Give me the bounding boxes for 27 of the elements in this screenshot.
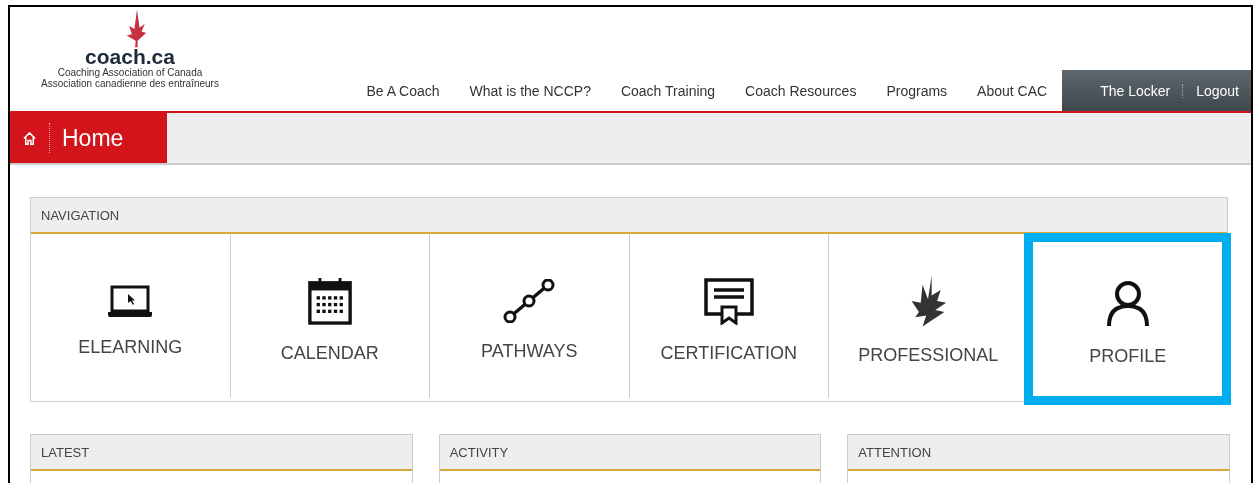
calendar-icon (306, 276, 353, 325)
navigation-tile[interactable]: PROFESSIONAL (828, 234, 1028, 398)
navigation-tile[interactable]: CALENDAR (229, 234, 429, 398)
certificate-icon (702, 276, 755, 325)
logo-subtitle: Coaching Association of Canada (57, 67, 203, 78)
logo-wordmark[interactable]: coach.ca (85, 47, 175, 67)
page-title: Home (62, 124, 124, 152)
navigation-tile[interactable]: ELEARNING (31, 234, 230, 398)
nav-link[interactable]: Coach Training (605, 83, 731, 111)
nav-link[interactable]: What is the NCCP? (454, 83, 606, 111)
panel-title: ACTIVITY (449, 444, 509, 460)
navigation-tile[interactable]: CERTIFICATION (628, 234, 828, 398)
home-icon[interactable] (22, 130, 37, 146)
pathway-icon (503, 278, 556, 323)
panel-title: NAVIGATION (41, 207, 120, 223)
navigation-tile[interactable]: PROFILE (1027, 237, 1227, 401)
account-link[interactable]: The Locker (1088, 82, 1183, 99)
nav-link[interactable]: Be A Coach (351, 83, 455, 111)
panel-title: LATEST (41, 444, 90, 460)
account-link[interactable]: Logout (1184, 82, 1251, 99)
person-icon (1105, 279, 1150, 328)
navigation-tile[interactable]: PATHWAYS (429, 234, 629, 398)
nav-link[interactable]: Programs (871, 83, 963, 111)
panel-title: ATTENTION (858, 444, 932, 460)
logo-subtitle: Association canadienne des entraîneurs (41, 78, 219, 89)
nav-link[interactable]: Coach Resources (730, 83, 872, 111)
nav-link[interactable]: About CAC (962, 83, 1063, 111)
